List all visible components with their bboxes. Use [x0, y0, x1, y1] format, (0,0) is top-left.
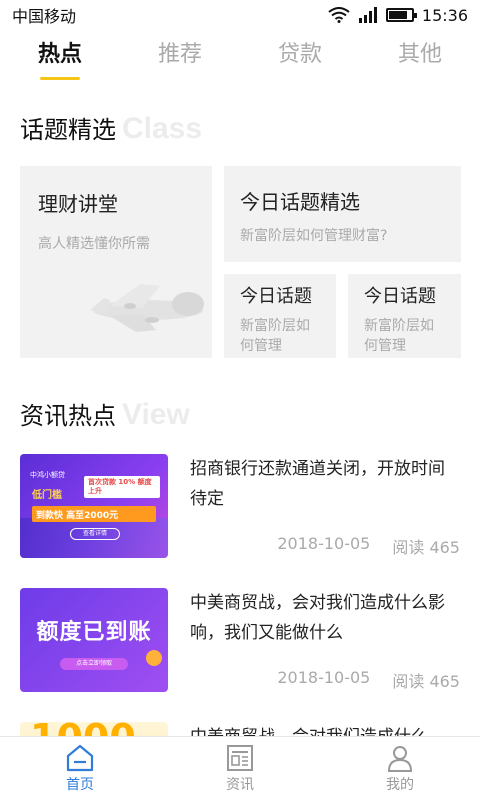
topic-card-today-featured[interactable]: 今日话题精选 新富阶层如何管理财富?: [224, 166, 461, 262]
news-meta: 2018-10-05 阅读 465: [277, 668, 460, 692]
battery-icon: [385, 8, 417, 22]
news-body: 招商银行还款通道关闭，开放时间待定 2018-10-05 阅读 465: [190, 454, 460, 558]
thumb-button: 点击立即领取: [60, 658, 128, 670]
topic-card-today-2[interactable]: 今日话题 新富阶层如何管理: [348, 274, 461, 358]
news-meta: 2018-10-05 阅读 465: [277, 534, 460, 558]
news-thumbnail: 中鸿小额贷 低门槛 首次贷款 10% 额度上升 到款快 高至2000元 查看详情: [20, 454, 168, 558]
bottom-nav: 首页 资讯 我的: [0, 736, 480, 800]
nav-mine-label: 我的: [386, 776, 414, 793]
thumb-text: 额度已到账: [36, 620, 152, 645]
topics-section-title: 话题精选 Class: [20, 110, 480, 150]
nav-home[interactable]: 首页: [30, 744, 130, 794]
tab-recommend[interactable]: 推荐: [120, 30, 240, 80]
nav-news-label: 资讯: [226, 776, 254, 793]
news-title: 招商银行还款通道关闭，开放时间待定: [190, 459, 445, 509]
user-icon: [387, 745, 413, 772]
news-title: 中美商贸战，会对我们造成什么影响，我们又能做什么: [190, 593, 445, 643]
nav-home-label: 首页: [66, 776, 94, 793]
news-item[interactable]: 中鸿小额贷 低门槛 首次贷款 10% 额度上升 到款快 高至2000元 查看详情…: [20, 454, 460, 558]
topic-card-subtitle: 新富阶层如何管理财富?: [240, 228, 388, 244]
thumb-badge: 首次贷款 10% 额度上升: [84, 476, 160, 498]
news-title: 资讯热点: [20, 402, 116, 430]
topics-grid: 理财讲堂 高人精选懂你所需 今日话题精选 新富阶层如何管理财富? 今日话题 新富…: [20, 166, 461, 358]
tab-loan[interactable]: 贷款: [240, 30, 360, 80]
topic-card-subtitle: 高人精选懂你所需: [38, 236, 150, 252]
tab-other[interactable]: 其他: [360, 30, 480, 80]
status-bar: 中国移动 15:36: [0, 0, 480, 30]
thumb-text: 中鸿小额贷: [30, 471, 65, 479]
topic-card-today-1[interactable]: 今日话题 新富阶层如何管理: [224, 274, 336, 358]
topic-card-title: 今日话题: [240, 286, 312, 307]
topic-card-title: 今日话题: [364, 286, 436, 307]
topics-title: 话题精选: [20, 116, 116, 144]
news-thumbnail: 额度已到账 点击立即领取: [20, 588, 168, 692]
topic-card-title: 理财讲堂: [38, 192, 118, 216]
news-reads: 阅读 465: [392, 672, 460, 691]
thumb-button: 查看详情: [70, 528, 120, 540]
news-item[interactable]: 额度已到账 点击立即领取 中美商贸战，会对我们造成什么影响，我们又能做什么 20…: [20, 588, 460, 692]
topic-card-subtitle: 新富阶层如何管理: [240, 318, 310, 354]
top-tabs: 热点 推荐 贷款 其他: [0, 30, 480, 80]
thumb-text: 到款快 高至2000元: [32, 506, 156, 522]
carrier-label: 中国移动: [12, 7, 77, 26]
topic-card-subtitle: 新富阶层如何管理: [364, 318, 434, 354]
news-title-en: View: [122, 398, 190, 431]
news-date: 2018-10-05: [277, 534, 371, 553]
nav-news[interactable]: 资讯: [190, 744, 290, 794]
topics-title-en: Class: [122, 112, 203, 145]
clock-label: 15:36: [421, 5, 468, 25]
topic-card-finance[interactable]: 理财讲堂 高人精选懂你所需: [20, 166, 212, 358]
wifi-icon: [328, 7, 350, 23]
tab-hot[interactable]: 热点: [0, 30, 120, 80]
news-reads: 阅读 465: [392, 538, 460, 557]
nav-mine[interactable]: 我的: [350, 744, 450, 794]
signal-icon: [358, 7, 377, 23]
news-icon: [227, 744, 253, 771]
topic-card-title: 今日话题精选: [240, 190, 360, 214]
home-icon: [66, 744, 94, 771]
news-date: 2018-10-05: [277, 668, 371, 687]
news-body: 中美商贸战，会对我们造成什么影响，我们又能做什么 2018-10-05 阅读 4…: [190, 588, 460, 692]
thumb-text: 低门槛: [32, 490, 62, 501]
news-section-title: 资讯热点 View: [20, 396, 480, 436]
status-icons: 15:36: [328, 6, 468, 25]
airplane-illustration-icon: [90, 284, 204, 332]
